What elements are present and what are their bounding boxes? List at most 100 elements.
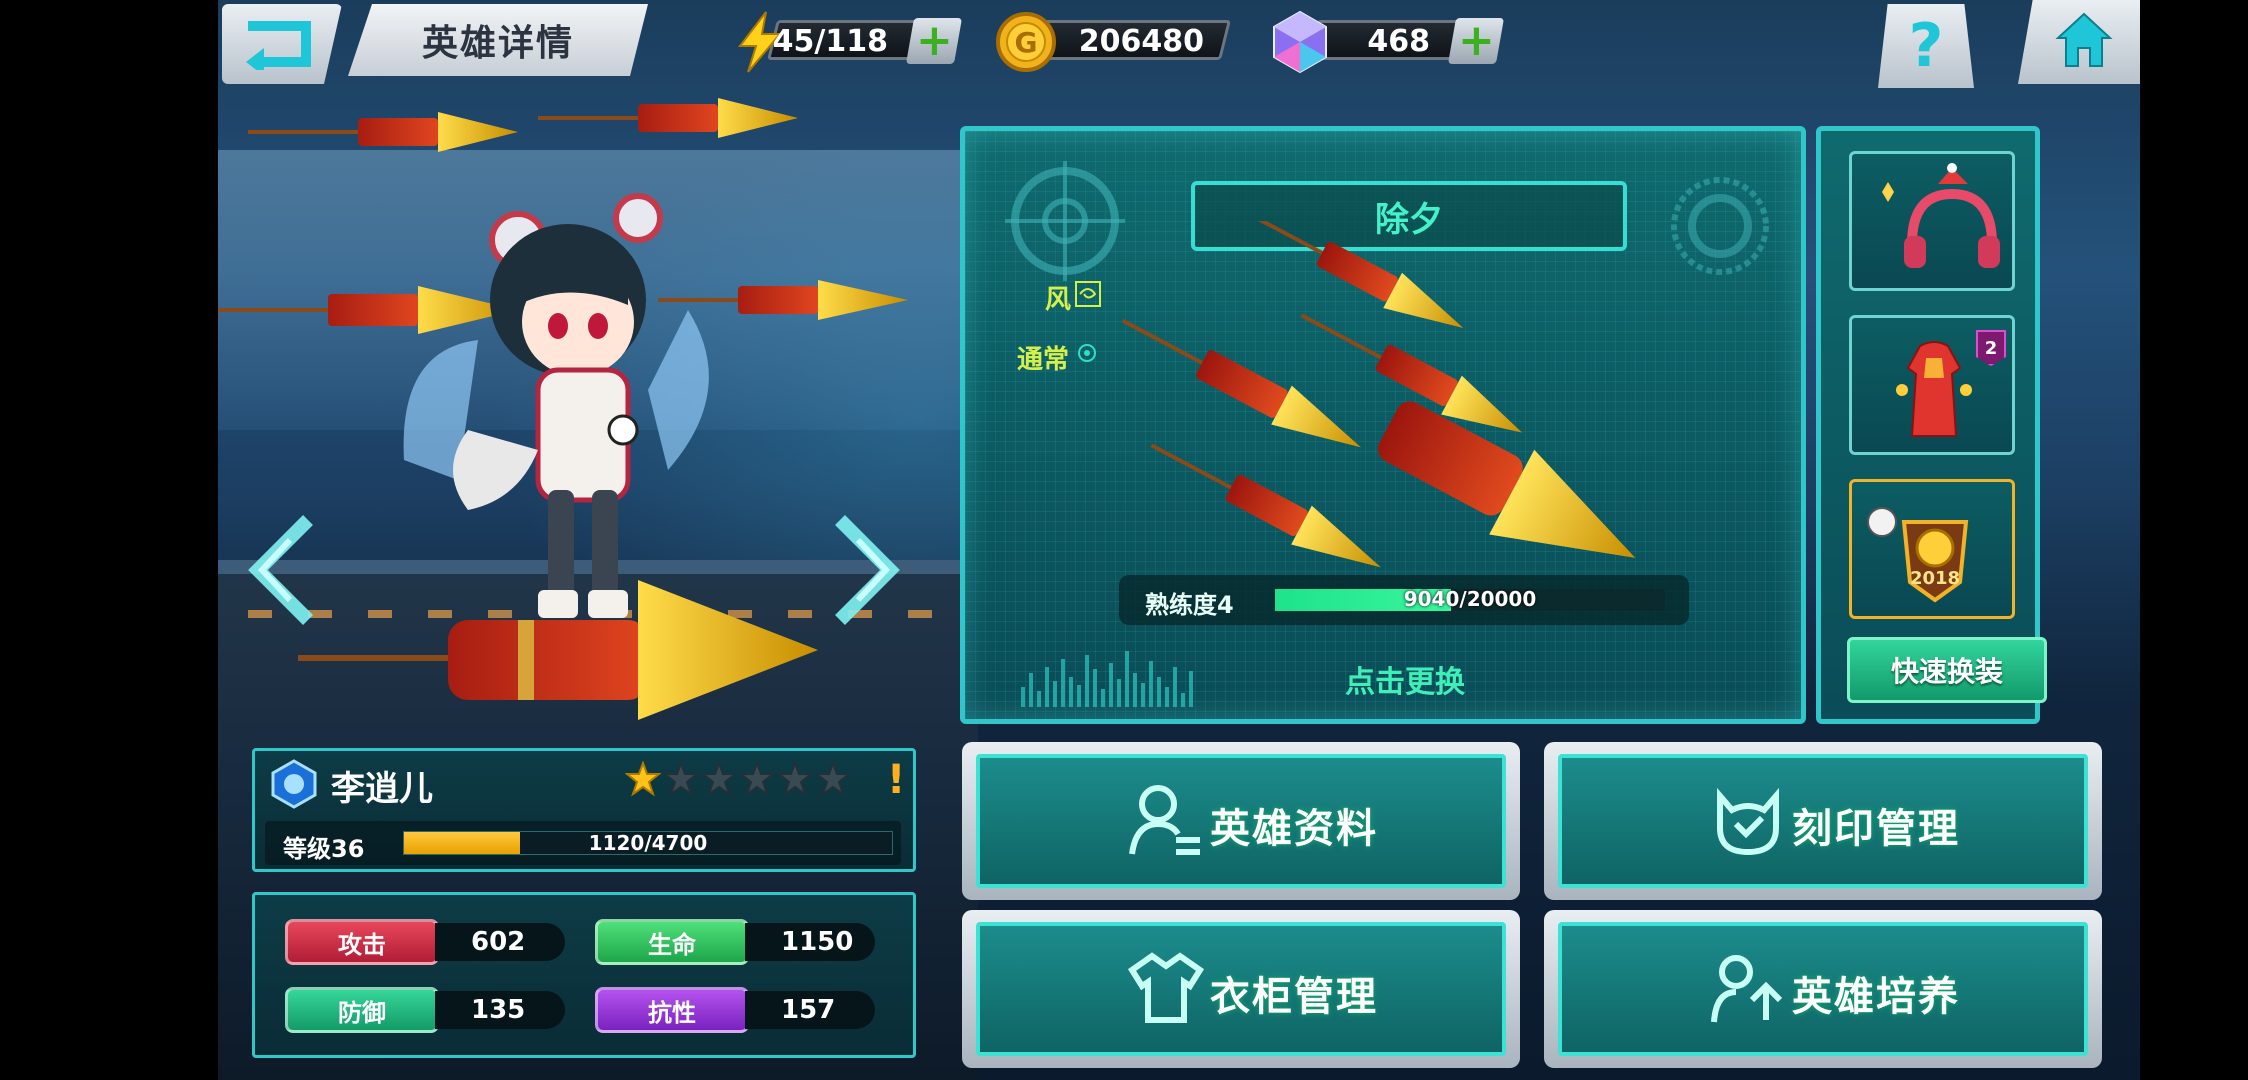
- back-button[interactable]: [222, 4, 342, 84]
- hero-display: [218, 90, 978, 730]
- add-gems-button[interactable]: +: [1447, 15, 1505, 66]
- svg-text:G: G: [1015, 26, 1038, 59]
- next-hero-arrow-icon[interactable]: [830, 510, 910, 630]
- upgrade-user-icon: [1711, 955, 1783, 1023]
- equalizer-bar: [1141, 683, 1145, 707]
- wardrobe-button[interactable]: 衣柜管理: [962, 910, 1520, 1068]
- previous-hero-arrow-icon[interactable]: [238, 510, 318, 630]
- gold-counter: G 206480: [994, 10, 1231, 72]
- hero-character: [403, 193, 709, 618]
- equipment-column: 2 2018 快速换装: [1816, 126, 2047, 724]
- equalizer-bar: [1157, 677, 1161, 707]
- equalizer-decoration: [1021, 651, 1193, 707]
- change-weapon-button[interactable]: 点击更换: [1345, 657, 1465, 701]
- plus-icon: +: [915, 15, 953, 66]
- hero-class-icon: [271, 759, 317, 809]
- stat-defense-value: 135: [435, 991, 565, 1029]
- equalizer-bar: [1117, 679, 1121, 707]
- stat-defense: 防御 135: [285, 987, 585, 1033]
- question-icon: ?: [1908, 11, 1944, 81]
- home-icon: [2055, 12, 2113, 67]
- stat-attack: 攻击 602: [285, 919, 585, 965]
- energy-counter: 45/118 +: [728, 10, 963, 73]
- proficiency-value: 9040/20000: [1403, 587, 1537, 611]
- hero-level: 等级36: [283, 835, 365, 863]
- stat-health-label: 生命: [595, 919, 749, 965]
- shirt-icon: [1128, 952, 1204, 1023]
- plus-icon: +: [1457, 15, 1495, 66]
- equip-slot-outfit[interactable]: 2: [1849, 315, 2015, 455]
- rocket-icon: [248, 112, 518, 152]
- weapon-panel[interactable]: 除夕 风 通常 熟练度4 9040/20000 点击更换: [960, 126, 1806, 724]
- rocket-icon: [218, 286, 518, 334]
- hero-training-button[interactable]: 英雄培养: [1544, 910, 2102, 1068]
- star-empty-icon: [777, 761, 813, 797]
- stat-resistance-label: 抗性: [595, 987, 749, 1033]
- equalizer-bar: [1125, 651, 1129, 707]
- gem-value: 468: [1367, 24, 1430, 59]
- top-bar: 英雄详情 45/118 + G 206480 468 + ?: [218, 0, 2140, 92]
- equalizer-bar: [1021, 687, 1025, 707]
- energy-value: 45/118: [772, 24, 888, 59]
- stat-defense-label: 防御: [285, 987, 439, 1033]
- hero-info-button[interactable]: 英雄资料: [962, 742, 1520, 900]
- imprint-label: 刻印管理: [1792, 806, 1960, 852]
- quick-change-button[interactable]: 快速换装: [1847, 637, 2047, 703]
- equalizer-bar: [1053, 681, 1057, 707]
- star-empty-icon: [739, 761, 775, 797]
- equalizer-bar: [1133, 673, 1137, 707]
- hero-name: 李逍儿: [331, 769, 433, 809]
- warning-icon[interactable]: !: [887, 757, 905, 803]
- equalizer-bar: [1101, 689, 1105, 707]
- user-profile-icon: [1129, 785, 1200, 855]
- equalizer-bar: [1037, 691, 1041, 707]
- equalizer-bar: [1061, 659, 1065, 707]
- proficiency-bar: 熟练度4 9040/20000: [1119, 575, 1689, 625]
- gold-coin-icon: G: [996, 12, 1056, 72]
- stat-health-value: 1150: [745, 923, 875, 961]
- star-empty-icon: [701, 761, 737, 797]
- stat-attack-value: 602: [435, 923, 565, 961]
- back-arrow-icon: [246, 21, 311, 70]
- equalizer-bar: [1093, 669, 1097, 707]
- star-filled-icon: [625, 761, 661, 797]
- equalizer-bar: [1181, 693, 1185, 707]
- weapon-element: 风: [1045, 285, 1072, 315]
- stat-resistance: 抗性 157: [595, 987, 895, 1033]
- hero-stats-card: 攻击 602 生命 1150 防御 135 抗性 157: [252, 892, 916, 1058]
- equip-slot-accessory[interactable]: [1849, 151, 2015, 291]
- imprint-button[interactable]: 刻印管理: [1544, 742, 2102, 900]
- equalizer-bar: [1029, 673, 1033, 707]
- hero-info-card: 李逍儿 ! 等级36 1120/4700: [252, 748, 916, 872]
- rocket-icon: [1121, 318, 1361, 448]
- hero-star-rating: [625, 761, 851, 797]
- star-empty-icon: [815, 761, 851, 797]
- equalizer-bar: [1189, 671, 1193, 707]
- rocket-icon: [538, 98, 798, 138]
- hero-portrait: [218, 98, 908, 720]
- emblem-year: 2018: [1910, 568, 1960, 589]
- equip-slot-emblem[interactable]: 2018: [1849, 479, 2015, 619]
- equalizer-bar: [1045, 667, 1049, 707]
- add-energy-button[interactable]: +: [905, 15, 963, 66]
- wardrobe-label: 衣柜管理: [1210, 974, 1378, 1020]
- trophy-emblem-icon: 2018: [1867, 507, 1969, 603]
- equalizer-bar: [1085, 655, 1089, 707]
- page-title: 英雄详情: [421, 23, 574, 64]
- star-empty-icon: [663, 761, 699, 797]
- equalizer-bar: [1165, 687, 1169, 707]
- stat-resistance-value: 157: [745, 991, 875, 1029]
- hero-level-row: 等级36 1120/4700: [265, 821, 901, 865]
- proficiency-label: 熟练度4: [1145, 591, 1234, 619]
- help-button[interactable]: ?: [1878, 4, 1974, 88]
- quick-change-label: 快速换装: [1890, 655, 2003, 688]
- gem-counter: 468 +: [1268, 10, 1505, 74]
- rocket-icon: [1150, 443, 1381, 568]
- equalizer-bar: [1109, 663, 1113, 707]
- gem-icon: [1273, 10, 1327, 74]
- equalizer-bar: [1077, 685, 1081, 707]
- stat-attack-label: 攻击: [285, 919, 439, 965]
- rocket-icon: [1241, 221, 1464, 328]
- home-button[interactable]: [2018, 0, 2140, 84]
- equalizer-bar: [1173, 667, 1177, 707]
